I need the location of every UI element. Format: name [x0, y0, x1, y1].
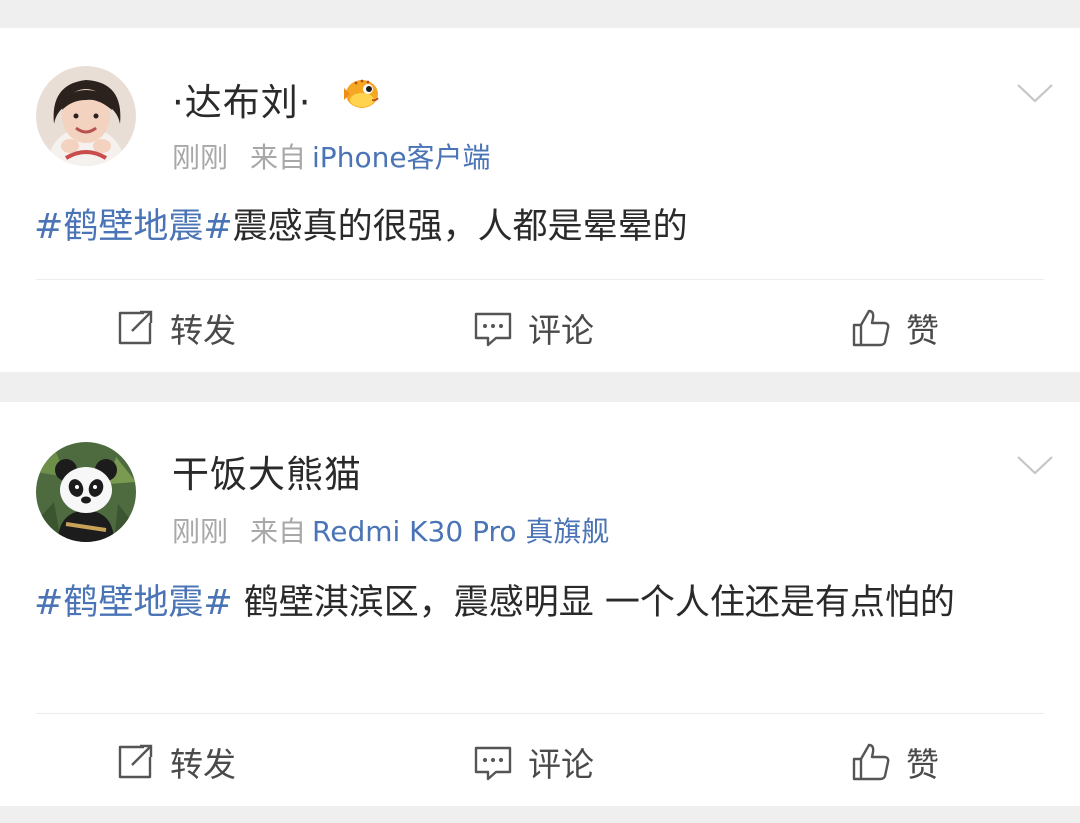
- girl-portrait-avatar-icon: [36, 66, 136, 166]
- comment-icon: [474, 312, 512, 347]
- repost-icon: [118, 744, 153, 779]
- post-meta: 刚刚 来自 Redmi K30 Pro 真旗舰: [172, 510, 609, 550]
- thumbs-up-icon: [852, 743, 890, 781]
- post-body: 震感真的很强，人都是晕晕的: [232, 207, 688, 247]
- username[interactable]: 干饭大熊猫: [172, 444, 362, 498]
- comment-label: 评论: [528, 311, 594, 350]
- post-time: 刚刚: [172, 515, 229, 548]
- comment-icon: [474, 746, 512, 781]
- repost-icon: [118, 310, 153, 345]
- user-avatar[interactable]: [36, 66, 136, 166]
- chevron-down-icon[interactable]: [1016, 454, 1054, 476]
- post-meta: 刚刚 来自 iPhone客户端: [172, 136, 491, 176]
- user-avatar[interactable]: [36, 442, 136, 542]
- post-source[interactable]: Redmi K30 Pro 真旗舰: [312, 515, 609, 548]
- from-label: 来自: [250, 515, 307, 548]
- from-label: 来自: [250, 141, 307, 174]
- post-text: #鹤壁地震#震感真的很强，人都是晕晕的: [34, 200, 1040, 255]
- thumbs-up-icon: [852, 309, 890, 347]
- like-label: 赞: [906, 311, 939, 350]
- repost-label: 转发: [170, 745, 236, 784]
- repost-button[interactable]: 转发: [114, 288, 236, 368]
- comment-button[interactable]: 评论: [472, 288, 594, 368]
- post-body: 鹤壁淇滨区，震感明显 一个人住还是有点怕的: [232, 583, 955, 623]
- post-time: 刚刚: [172, 141, 229, 174]
- comment-button[interactable]: 评论: [472, 722, 594, 802]
- pufferfish-badge-icon: [344, 79, 379, 108]
- post-card: 干饭大熊猫 刚刚 来自 Redmi K30 Pro 真旗舰 #鹤壁地震# 鹤壁淇滨区…: [0, 402, 1080, 806]
- repost-button[interactable]: 转发: [114, 722, 236, 802]
- repost-label: 转发: [170, 311, 236, 350]
- action-bar: 转发 评论 赞: [0, 722, 1080, 802]
- post-text: #鹤壁地震# 鹤壁淇滨区，震感明显 一个人住还是有点怕的: [34, 576, 1040, 631]
- divider: [36, 713, 1044, 714]
- like-button[interactable]: 赞: [850, 288, 939, 368]
- post-source[interactable]: iPhone客户端: [312, 141, 491, 174]
- hashtag-link[interactable]: #鹤壁地震#: [34, 583, 233, 623]
- post-card: ·达布刘· 刚刚 来自 iPhone客户端 #鹤壁地震#震感真的很强，人都是晕晕的 …: [0, 28, 1080, 372]
- divider: [36, 279, 1044, 280]
- username[interactable]: ·达布刘·: [172, 72, 312, 126]
- action-bar: 转发 评论 赞: [0, 288, 1080, 368]
- chevron-down-icon[interactable]: [1016, 82, 1054, 104]
- like-label: 赞: [906, 745, 939, 784]
- comment-label: 评论: [528, 745, 594, 784]
- like-button[interactable]: 赞: [850, 722, 939, 802]
- hashtag-link[interactable]: #鹤壁地震#: [34, 207, 233, 247]
- panda-avatar-icon: [36, 442, 136, 542]
